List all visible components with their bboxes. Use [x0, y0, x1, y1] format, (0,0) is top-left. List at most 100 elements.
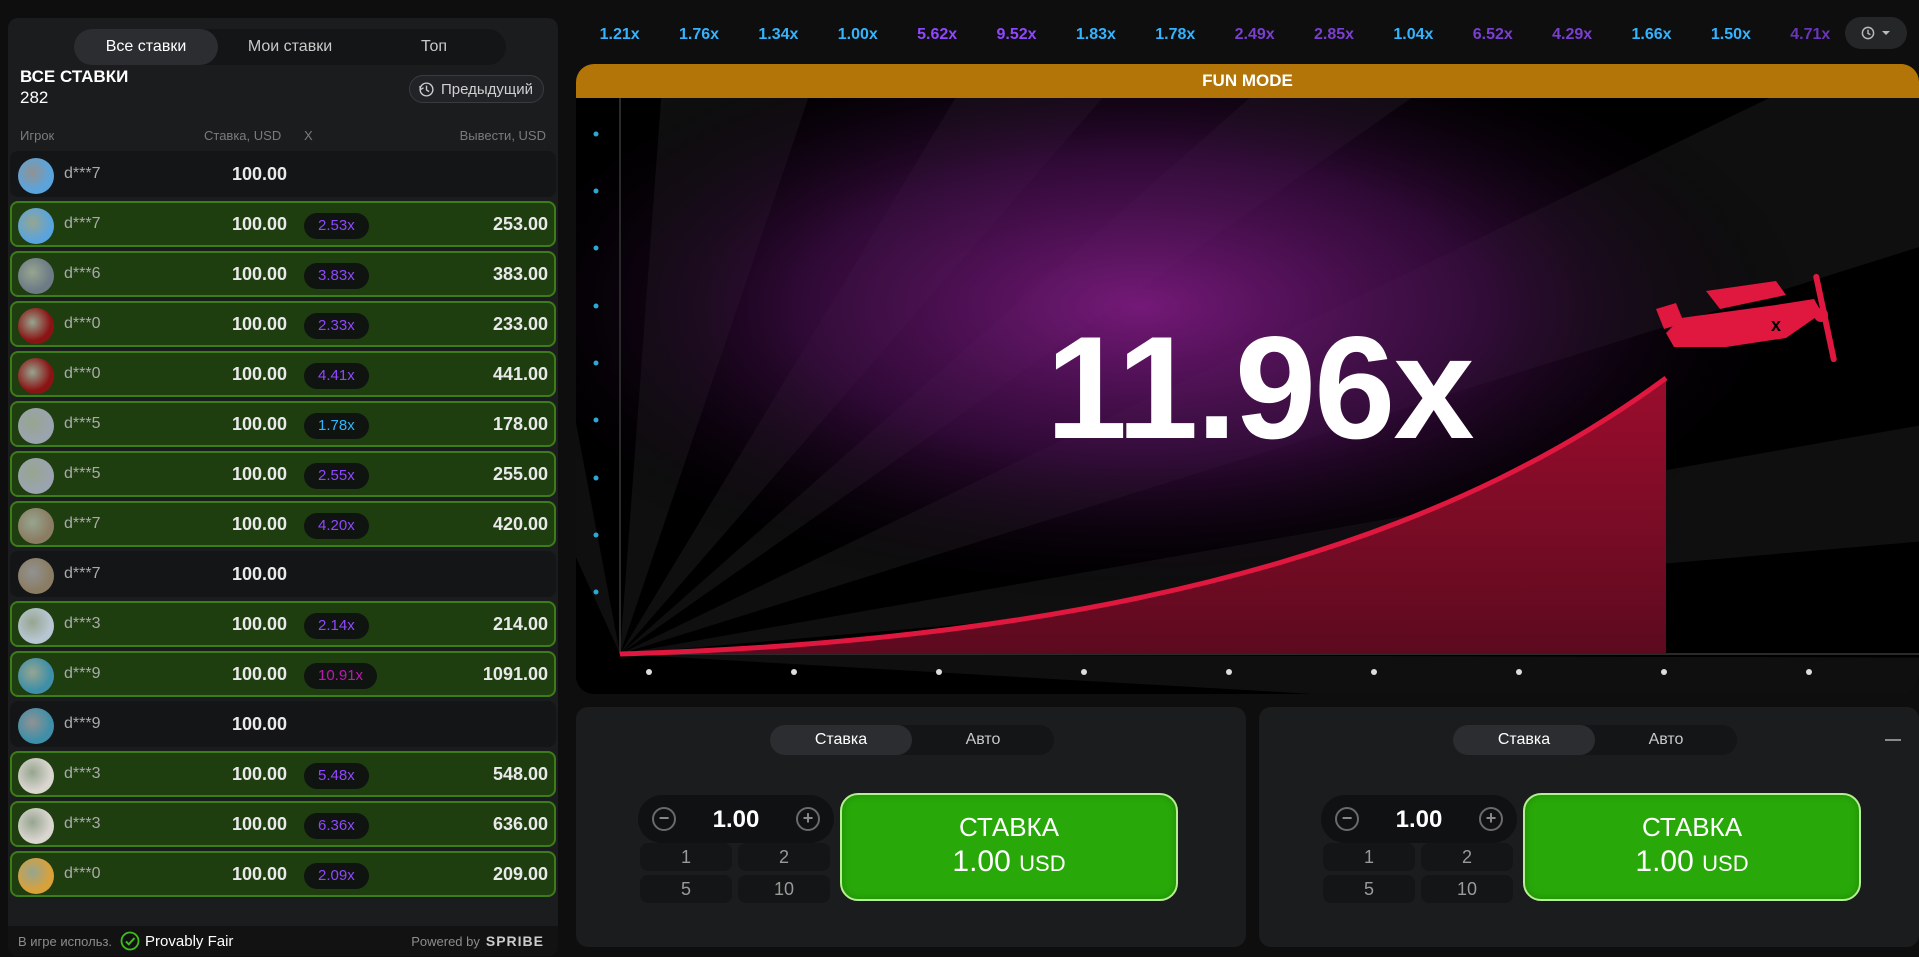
history-multiplier[interactable]: 1.83x: [1056, 26, 1135, 44]
stake-value: 100.00: [232, 414, 288, 434]
history-multiplier[interactable]: 1.21x: [580, 26, 659, 44]
spribe-logo: SPRIBE: [485, 933, 544, 949]
bets-footer: В игре использ. Provably Fair Powered by…: [8, 926, 558, 956]
multiplier-badge: 2.33x: [304, 313, 369, 339]
history-multiplier[interactable]: 1.78x: [1136, 26, 1215, 44]
bet-mode-tabs: Ставка Авто: [1453, 725, 1737, 755]
col-cashout: Вывести, USD: [459, 128, 546, 143]
quick-amount-1[interactable]: 1: [640, 843, 732, 871]
history-multiplier[interactable]: 1.50x: [1691, 26, 1770, 44]
bet-row: d***7 100.00: [10, 551, 556, 597]
provably-fair-link[interactable]: Provably Fair: [120, 931, 233, 951]
bet-row: d***7 100.00: [10, 151, 556, 197]
tab-auto[interactable]: Авто: [1595, 725, 1737, 755]
history-multiplier[interactable]: 2.85x: [1294, 26, 1373, 44]
remove-panel-button[interactable]: [1885, 739, 1901, 741]
stake-value: 100.00: [232, 514, 288, 534]
bet-mode-tabs: Ставка Авто: [770, 725, 1054, 755]
increase-button[interactable]: +: [796, 807, 820, 831]
bets-list: d***7 100.00 d***7 100.00 2.53x 253.00 d***6 10…: [10, 151, 556, 901]
multiplier-badge: 2.55x: [304, 463, 369, 489]
multiplier-badge: 5.48x: [304, 763, 369, 789]
quick-amount-5[interactable]: 5: [640, 875, 732, 903]
multiplier-badge: 3.83x: [304, 263, 369, 289]
cashout-value: 178.00: [492, 414, 548, 434]
history-multiplier[interactable]: 1.66x: [1612, 26, 1691, 44]
previous-round-button[interactable]: Предыдущий: [408, 75, 544, 103]
multiplier-history: 1.21x 1.76x 1.34x 1.00x 5.62x 9.52x 1.83x 1.78x…: [580, 20, 1850, 50]
quick-amount-10[interactable]: 10: [738, 875, 830, 903]
bet-row: d***0 100.00 2.09x 209.00: [10, 851, 556, 897]
player-name: d***7: [64, 165, 101, 182]
history-multiplier[interactable]: 1.76x: [659, 26, 738, 44]
avatar: [18, 708, 54, 744]
tab-top[interactable]: Топ: [362, 29, 506, 65]
bet-row: d***3 100.00 2.14x 214.00: [10, 601, 556, 647]
tab-my-bets[interactable]: Мои ставки: [218, 29, 362, 65]
quick-amount-2[interactable]: 2: [738, 843, 830, 871]
avatar: [18, 458, 54, 494]
player-name: d***3: [64, 815, 101, 832]
multiplier-badge: 2.14x: [304, 613, 369, 639]
increase-button[interactable]: +: [1479, 807, 1503, 831]
place-bet-button[interactable]: СТАВКА 1.00 USD: [1523, 793, 1861, 901]
tab-bet[interactable]: Ставка: [1453, 725, 1595, 755]
stake-value: 100.00: [232, 614, 288, 634]
stake-value: 100.00: [232, 814, 288, 834]
all-bets-title: ВСЕ СТАВКИ: [20, 67, 129, 86]
player-name: d***3: [64, 765, 101, 782]
place-bet-button[interactable]: СТАВКА 1.00 USD: [840, 793, 1178, 901]
history-multiplier[interactable]: 6.52x: [1453, 26, 1532, 44]
avatar: [18, 258, 54, 294]
fun-mode-banner: FUN MODE: [576, 64, 1919, 98]
history-multiplier[interactable]: 4.29x: [1533, 26, 1612, 44]
stake-value: 100.00: [232, 214, 288, 234]
cashout-value: 441.00: [492, 364, 548, 384]
avatar: [18, 308, 54, 344]
avatar: [18, 208, 54, 244]
bet-row: d***5 100.00 1.78x 178.00: [10, 401, 556, 447]
history-multiplier[interactable]: 2.49x: [1215, 26, 1294, 44]
tab-bet[interactable]: Ставка: [770, 725, 912, 755]
cashout-value: 1091.00: [482, 664, 548, 684]
history-toggle-button[interactable]: [1845, 17, 1907, 49]
bet-amount-stepper: − 1.00 +: [1321, 795, 1517, 843]
history-icon: [1861, 26, 1875, 40]
tab-auto[interactable]: Авто: [912, 725, 1054, 755]
cashout-value: 636.00: [492, 814, 548, 834]
bet-amount-stepper: − 1.00 +: [638, 795, 834, 843]
bets-tabs: Все ставки Мои ставки Топ: [74, 29, 506, 65]
bet-row: d***9 100.00 10.91x 1091.00: [10, 651, 556, 697]
current-multiplier: 11.96x: [1046, 306, 1474, 469]
history-multiplier[interactable]: 1.34x: [739, 26, 818, 44]
quick-amount-10[interactable]: 10: [1421, 875, 1513, 903]
multiplier-badge: 2.09x: [304, 863, 369, 889]
avatar: [18, 558, 54, 594]
avatar: [18, 358, 54, 394]
multiplier-badge: 10.91x: [304, 663, 378, 689]
stake-value: 100.00: [232, 864, 288, 884]
quick-amount-2[interactable]: 2: [1421, 843, 1513, 871]
history-multiplier[interactable]: 4.71x: [1771, 26, 1850, 44]
quick-amount-5[interactable]: 5: [1323, 875, 1415, 903]
stake-value: 100.00: [232, 764, 288, 784]
stake-value: 100.00: [232, 714, 288, 734]
player-name: d***9: [64, 715, 101, 732]
tab-all-bets[interactable]: Все ставки: [74, 29, 218, 65]
history-multiplier[interactable]: 5.62x: [898, 26, 977, 44]
multiplier-badge: 4.20x: [304, 513, 369, 539]
col-stake: Ставка, USD: [204, 128, 282, 143]
stake-value: 100.00: [232, 364, 288, 384]
history-multiplier[interactable]: 9.52x: [977, 26, 1056, 44]
player-name: d***7: [64, 215, 101, 232]
multiplier-badge: 6.36x: [304, 813, 369, 839]
quick-amount-1[interactable]: 1: [1323, 843, 1415, 871]
cashout-value: 209.00: [492, 864, 548, 884]
cashout-value: 383.00: [492, 264, 548, 284]
player-name: d***0: [64, 365, 101, 382]
col-mult: X: [304, 128, 313, 143]
history-multiplier[interactable]: 1.04x: [1374, 26, 1453, 44]
history-multiplier[interactable]: 1.00x: [818, 26, 897, 44]
stake-value: 100.00: [232, 314, 288, 334]
stake-value: 100.00: [232, 564, 288, 584]
